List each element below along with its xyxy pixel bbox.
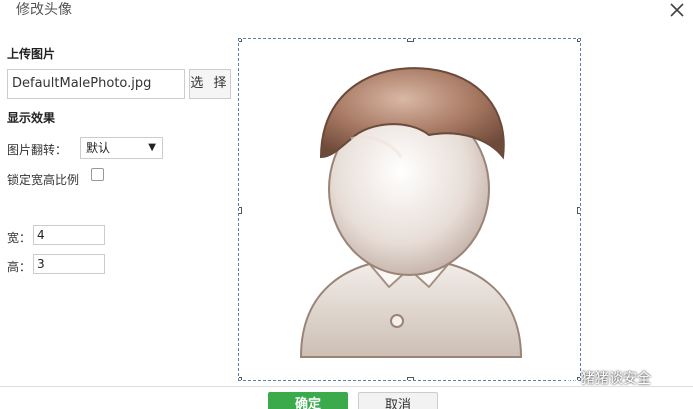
dialog-title: 修改头像 — [16, 2, 72, 18]
flip-label: 图片翻转： — [7, 143, 68, 157]
resize-handle-top[interactable] — [407, 39, 414, 42]
default-male-avatar-image — [299, 67, 523, 358]
wechat-icon — [555, 371, 576, 385]
dropdown-arrow-icon: ▼ — [148, 142, 156, 153]
flip-select-value: 默认 — [86, 141, 111, 155]
resize-handle-left[interactable] — [239, 207, 242, 214]
select-file-button[interactable]: 选 择 — [189, 69, 231, 99]
width-input[interactable]: 4 — [33, 225, 105, 245]
resize-handle-bottom-left[interactable] — [239, 377, 242, 380]
footer-divider — [0, 386, 693, 387]
height-label: 高： — [7, 260, 32, 274]
crop-area[interactable] — [238, 38, 581, 381]
cancel-button[interactable]: 取消 — [358, 392, 438, 409]
watermark-text: 猪猪谈安全 — [581, 371, 651, 387]
resize-handle-right[interactable] — [577, 207, 580, 214]
lock-ratio-label: 锁定宽高比例 — [7, 173, 80, 187]
width-label: 宽： — [7, 231, 32, 245]
close-button[interactable] — [667, 0, 687, 20]
ok-button[interactable]: 确定 — [268, 392, 348, 409]
resize-handle-top-right[interactable] — [577, 39, 580, 42]
close-icon — [670, 3, 684, 17]
file-path-input[interactable]: DefaultMalePhoto.jpg — [7, 69, 185, 99]
upload-section-label: 上传图片 — [7, 47, 56, 61]
watermark: 猪猪谈安全 — [555, 368, 651, 388]
resize-handle-top-left[interactable] — [239, 39, 242, 42]
height-input[interactable]: 3 — [33, 254, 105, 274]
resize-handle-bottom[interactable] — [407, 377, 414, 380]
display-section-label: 显示效果 — [7, 111, 56, 125]
lock-ratio-checkbox[interactable] — [91, 168, 104, 181]
flip-select[interactable]: 默认 ▼ — [80, 137, 163, 159]
